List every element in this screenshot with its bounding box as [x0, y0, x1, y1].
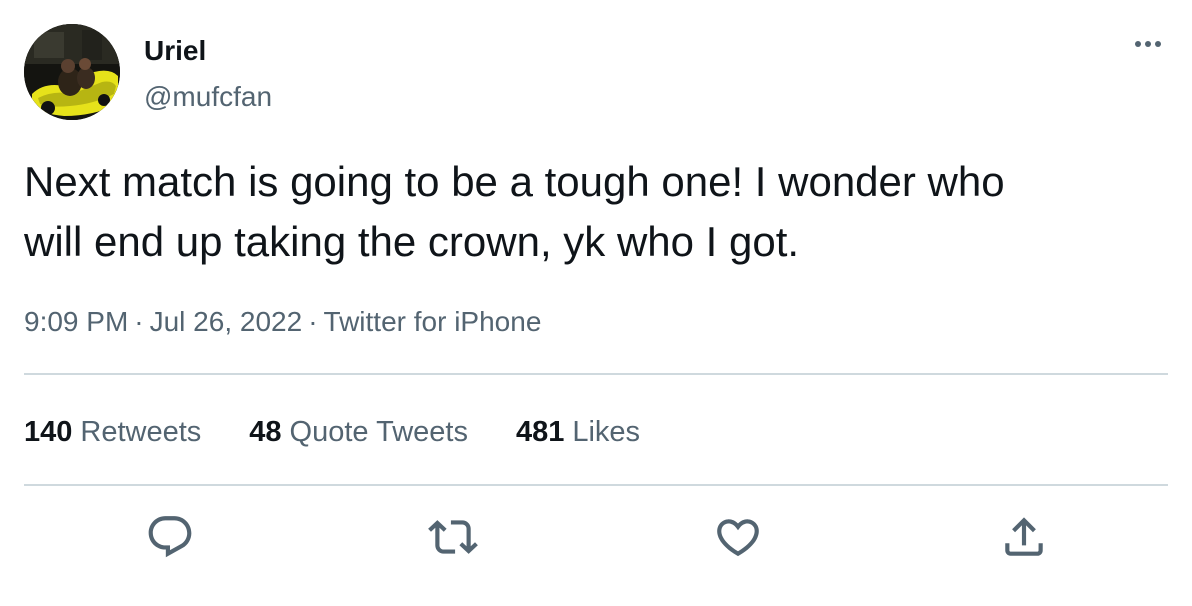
retweets-count: 140: [24, 416, 73, 448]
more-icon: [1135, 41, 1161, 47]
user-handle[interactable]: @mufcfan: [144, 80, 272, 114]
reply-icon: [148, 516, 192, 558]
divider: [24, 484, 1168, 486]
action-bar: [0, 506, 1192, 566]
retweet-icon: [428, 520, 478, 554]
reply-button[interactable]: [145, 512, 195, 562]
retweets-label: Retweets: [80, 416, 202, 448]
tweet-text: Next match is going to be a tough one! I…: [24, 158, 1005, 265]
quote-tweets-stat[interactable]: 48 Quote Tweets: [249, 412, 468, 452]
share-icon: [1005, 517, 1043, 556]
likes-stat[interactable]: 481 Likes: [516, 412, 640, 452]
quote-tweets-count: 48: [249, 416, 282, 448]
avatar[interactable]: [24, 24, 120, 120]
meta-separator: ·: [134, 306, 144, 337]
tweet-source[interactable]: Twitter for iPhone: [324, 306, 542, 337]
engagement-stats: 140 Retweets 48 Quote Tweets 481 Likes: [24, 412, 640, 452]
retweet-button[interactable]: [428, 512, 478, 562]
share-button[interactable]: [999, 512, 1049, 562]
quote-tweets-label: Quote Tweets: [289, 416, 468, 448]
heart-icon: [717, 519, 759, 557]
tweet-meta: 9:09 PM · Jul 26, 2022 · Twitter for iPhone: [24, 304, 541, 340]
tweet-date[interactable]: Jul 26, 2022: [150, 306, 303, 337]
tweet-card: Uriel @mufcfan Next match is going to be…: [0, 0, 1192, 606]
likes-count: 481: [515, 416, 565, 448]
like-button[interactable]: [713, 512, 763, 562]
meta-separator: ·: [308, 306, 318, 337]
avatar-photo: [24, 24, 120, 120]
display-name[interactable]: Uriel: [144, 34, 206, 68]
likes-label: Likes: [572, 416, 641, 448]
tweet-time[interactable]: 9:09 PM: [24, 306, 128, 337]
retweets-stat[interactable]: 140 Retweets: [24, 412, 201, 452]
more-options-button[interactable]: [1128, 32, 1168, 56]
divider: [24, 373, 1168, 375]
